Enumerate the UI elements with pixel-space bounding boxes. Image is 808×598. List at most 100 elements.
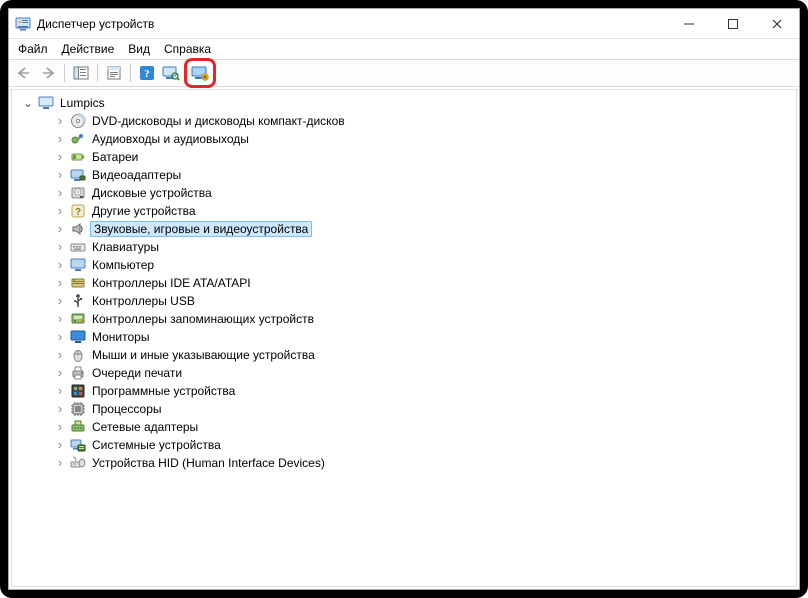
- disc-icon: [70, 113, 86, 129]
- tree-node-label: Очереди печати: [90, 366, 184, 380]
- tree-node[interactable]: Видеоадаптеры: [40, 166, 794, 184]
- audio-jack-icon: [70, 131, 86, 147]
- expander-icon[interactable]: [54, 295, 66, 307]
- expander-icon[interactable]: [22, 97, 34, 109]
- tree-node[interactable]: Системные устройства: [40, 436, 794, 454]
- toolbar-back-button[interactable]: [13, 62, 35, 84]
- tree-node[interactable]: Батареи: [40, 148, 794, 166]
- expander-icon[interactable]: [54, 151, 66, 163]
- tree-node[interactable]: Контроллеры USB: [40, 292, 794, 310]
- maximize-button[interactable]: [711, 9, 755, 38]
- tree-node-label: Звуковые, игровые и видеоустройства: [90, 221, 312, 237]
- tree-node[interactable]: Клавиатуры: [40, 238, 794, 256]
- tree-node-label: Батареи: [90, 150, 140, 164]
- toolbar-highlighted-button-frame: [184, 58, 216, 88]
- menu-help[interactable]: Справка: [157, 40, 218, 58]
- tree-node-label: Мыши и иные указывающие устройства: [90, 348, 317, 362]
- expander-icon[interactable]: [54, 421, 66, 433]
- tree-node-label: Процессоры: [90, 402, 164, 416]
- usb-icon: [70, 293, 86, 309]
- expander-icon[interactable]: [54, 313, 66, 325]
- device-manager-window: Диспетчер устройств Файл Действие Вид Сп…: [8, 8, 800, 590]
- expander-icon[interactable]: [54, 259, 66, 271]
- tree-node[interactable]: Звуковые, игровые и видеоустройства: [40, 220, 794, 238]
- expander-icon[interactable]: [54, 115, 66, 127]
- tree-node-label: Клавиатуры: [90, 240, 161, 254]
- cpu-icon: [70, 401, 86, 417]
- toolbar: ?: [9, 59, 799, 87]
- expander-icon[interactable]: [54, 223, 66, 235]
- outer-frame: Диспетчер устройств Файл Действие Вид Сп…: [0, 0, 808, 598]
- toolbar-add-legacy-hardware-button[interactable]: [188, 62, 212, 84]
- tree-node[interactable]: Мониторы: [40, 328, 794, 346]
- tree-node[interactable]: Аудиовходы и аудиовыходы: [40, 130, 794, 148]
- tree-node-label: Мониторы: [90, 330, 151, 344]
- expander-icon[interactable]: [54, 241, 66, 253]
- tree-node-label: Аудиовходы и аудиовыходы: [90, 132, 251, 146]
- app-icon: [15, 16, 31, 32]
- tree-node-label: Другие устройства: [90, 204, 198, 218]
- tree-node[interactable]: Устройства HID (Human Interface Devices): [40, 454, 794, 472]
- tree-node[interactable]: Очереди печати: [40, 364, 794, 382]
- menubar: Файл Действие Вид Справка: [9, 39, 799, 59]
- tree-root-label: Lumpics: [58, 96, 107, 110]
- software-icon: [70, 383, 86, 399]
- tree-node-label: Устройства HID (Human Interface Devices): [90, 456, 327, 470]
- minimize-button[interactable]: [667, 9, 711, 38]
- tree-node-label: Системные устройства: [90, 438, 223, 452]
- menu-view[interactable]: Вид: [121, 40, 157, 58]
- expander-icon[interactable]: [54, 169, 66, 181]
- tree-node[interactable]: Контроллеры IDE ATA/ATAPI: [40, 274, 794, 292]
- tree-node[interactable]: Мыши и иные указывающие устройства: [40, 346, 794, 364]
- toolbar-forward-button[interactable]: [37, 62, 59, 84]
- unknown-icon: [70, 203, 86, 219]
- expander-icon[interactable]: [54, 385, 66, 397]
- network-icon: [70, 419, 86, 435]
- menu-file[interactable]: Файл: [11, 40, 55, 58]
- expander-icon[interactable]: [54, 403, 66, 415]
- expander-icon[interactable]: [54, 367, 66, 379]
- hid-icon: [70, 455, 86, 471]
- titlebar: Диспетчер устройств: [9, 9, 799, 39]
- expander-icon[interactable]: [54, 349, 66, 361]
- tree-node[interactable]: Дисковые устройства: [40, 184, 794, 202]
- mouse-icon: [70, 347, 86, 363]
- close-button[interactable]: [755, 9, 799, 38]
- tree-node[interactable]: Компьютер: [40, 256, 794, 274]
- tree-root-node[interactable]: Lumpics: [20, 94, 794, 112]
- window-controls: [667, 9, 799, 38]
- toolbar-scan-hardware-button[interactable]: [160, 62, 182, 84]
- toolbar-show-hide-tree-button[interactable]: [70, 62, 92, 84]
- expander-icon[interactable]: [54, 331, 66, 343]
- tree-node[interactable]: Другие устройства: [40, 202, 794, 220]
- tree-node[interactable]: Программные устройства: [40, 382, 794, 400]
- expander-icon[interactable]: [54, 439, 66, 451]
- expander-icon[interactable]: [54, 187, 66, 199]
- window-title: Диспетчер устройств: [37, 17, 154, 31]
- tree-node[interactable]: Процессоры: [40, 400, 794, 418]
- toolbar-help-button[interactable]: ?: [136, 62, 158, 84]
- computer-icon: [38, 95, 54, 111]
- tree-node-label: Сетевые адаптеры: [90, 420, 200, 434]
- svg-text:?: ?: [144, 68, 150, 80]
- toolbar-separator: [130, 64, 131, 82]
- expander-icon[interactable]: [54, 205, 66, 217]
- tree-node-label: Контроллеры запоминающих устройств: [90, 312, 316, 326]
- menu-action[interactable]: Действие: [55, 40, 122, 58]
- expander-icon[interactable]: [54, 277, 66, 289]
- toolbar-properties-button[interactable]: [103, 62, 125, 84]
- disk-icon: [70, 185, 86, 201]
- expander-icon[interactable]: [54, 457, 66, 469]
- printer-icon: [70, 365, 86, 381]
- tree-node[interactable]: Сетевые адаптеры: [40, 418, 794, 436]
- tree-node-label: Видеоадаптеры: [90, 168, 183, 182]
- battery-icon: [70, 149, 86, 165]
- tree-node[interactable]: Контроллеры запоминающих устройств: [40, 310, 794, 328]
- tree-node[interactable]: DVD-дисководы и дисководы компакт-дисков: [40, 112, 794, 130]
- device-tree[interactable]: Lumpics DVD-дисководы и дисководы компак…: [11, 89, 797, 587]
- toolbar-separator: [64, 64, 65, 82]
- monitor-icon: [70, 329, 86, 345]
- display-adapter-icon: [70, 167, 86, 183]
- tree-node-label: Дисковые устройства: [90, 186, 214, 200]
- expander-icon[interactable]: [54, 133, 66, 145]
